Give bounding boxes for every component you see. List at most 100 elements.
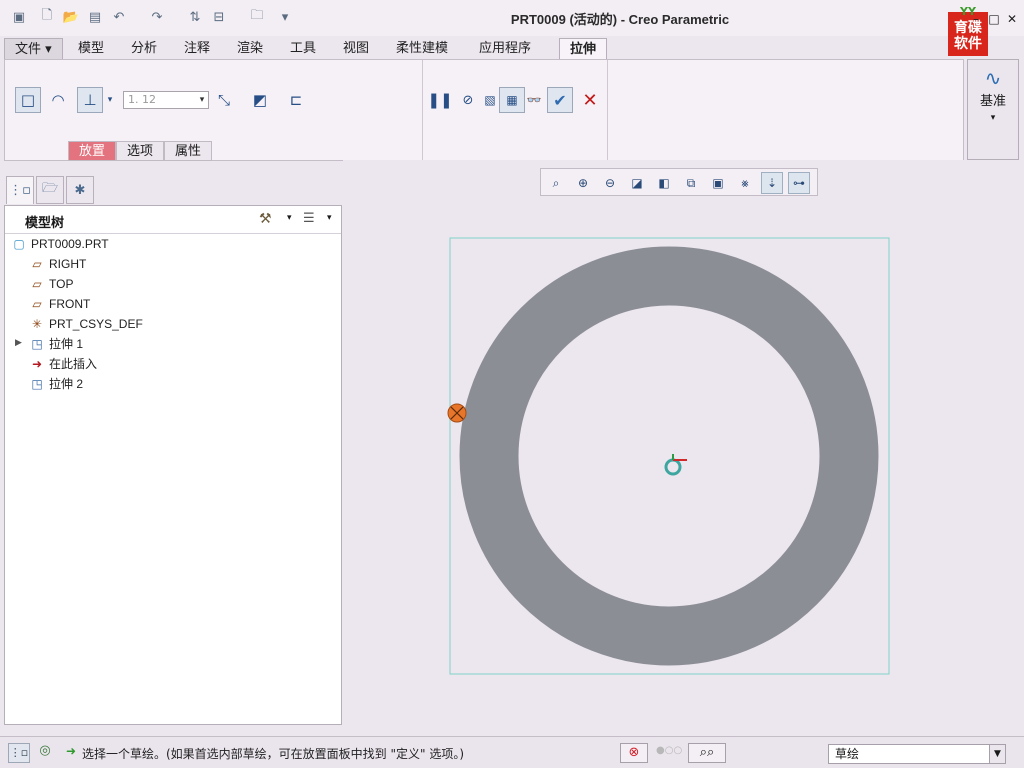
view-manager-icon[interactable]: ▣ xyxy=(707,172,729,194)
undo-icon[interactable]: ↶ xyxy=(110,8,128,26)
drag-handle xyxy=(447,403,467,423)
find-binoculars-icon[interactable]: ⌕⌕ xyxy=(688,743,726,763)
datum-group[interactable]: ∿ 基准 ▾ xyxy=(967,59,1019,160)
annotation-display-icon[interactable]: ⇣ xyxy=(761,172,783,194)
extruded-ring xyxy=(459,246,879,666)
extrude-dashboard: □ ◠ ⊥ ▾ 1. 12 ▾ ⤡ ◩ ⊏ 放置 选项 属性 ❚❚ ⊘ ▧ ▦ … xyxy=(4,59,964,161)
maximize-icon[interactable]: □ xyxy=(986,12,1002,28)
save-icon[interactable]: ▤ xyxy=(86,8,104,26)
tree-item-label: PRT0009.PRT xyxy=(31,237,109,251)
verify-glasses-icon[interactable]: 👓 xyxy=(521,87,547,113)
display-style-icon[interactable]: ◧ xyxy=(653,172,675,194)
folder-browser-tab-icon[interactable]: 🗁 xyxy=(36,176,64,204)
ok-checkmark-icon[interactable]: ✔ xyxy=(547,87,573,113)
tab-render[interactable]: 渲染 xyxy=(227,38,273,60)
tree-settings-icon[interactable]: ⚒ xyxy=(259,211,272,227)
datum-plane-icon: ▱ xyxy=(32,257,42,271)
extrude-feature-icon: ◳ xyxy=(31,337,43,351)
open-file-icon[interactable]: 📂 xyxy=(62,8,80,26)
browser-toggle-icon[interactable]: ◎ xyxy=(34,743,56,763)
flip-direction-icon[interactable]: ⤡ xyxy=(211,87,237,113)
stop-regeneration-icon[interactable]: ⊗ xyxy=(620,743,648,763)
model-tree-tab-icon[interactable]: ⋮▫ xyxy=(6,176,34,204)
subtab-options[interactable]: 选项 xyxy=(116,141,165,161)
tab-model[interactable]: 模型 xyxy=(68,38,114,60)
surface-extrude-icon[interactable]: ◠ xyxy=(45,87,71,113)
favorites-tab-icon[interactable]: ✱ xyxy=(66,176,94,204)
cancel-x-icon[interactable]: ✕ xyxy=(577,87,603,113)
spin-center-icon[interactable]: ⊶ xyxy=(788,172,810,194)
depth-options-dropdown[interactable]: ▾ xyxy=(103,87,117,113)
tree-item-insert-here[interactable]: ➜ 在此插入 xyxy=(29,354,97,374)
selection-filter-select[interactable]: 草绘 ▼ xyxy=(828,744,1006,764)
navigator-toggle-icon[interactable]: ⋮▫ xyxy=(8,743,30,763)
csys-marker xyxy=(664,458,682,476)
datum-icon: ∿ xyxy=(984,66,1002,90)
title-bar: ▣ 🗋 📂 ▤ ↶ ↷ ⇅ ⊟ 🗀 ▾ PRT0009 (活动的) - Creo… xyxy=(0,0,1024,56)
tab-tools[interactable]: 工具 xyxy=(280,38,326,60)
repaint-icon[interactable]: ◪ xyxy=(626,172,648,194)
tree-item-extrude-2[interactable]: ◳ 拉伸 2 xyxy=(29,374,83,394)
navigator-tabs: ⋮▫ 🗁 ✱ xyxy=(4,172,344,206)
model-tree-title: 模型树 xyxy=(25,216,65,231)
customize-toolbar-icon[interactable]: ▾ xyxy=(276,8,294,26)
subtab-properties[interactable]: 属性 xyxy=(164,141,213,161)
coordinate-system-icon: ✳ xyxy=(31,317,43,331)
tree-item-label: RIGHT xyxy=(49,257,87,271)
graphics-toolbar: ⌕ ⊕ ⊖ ◪ ◧ ⧉ ▣ ⨳ ⇣ ⊶ xyxy=(540,168,818,196)
minimize-icon[interactable]: – xyxy=(968,12,984,28)
drag-handle-mark xyxy=(450,406,464,420)
expand-arrow-icon[interactable]: ▶ xyxy=(15,338,22,348)
solid-extrude-icon[interactable]: □ xyxy=(15,87,41,113)
tree-item-right-plane[interactable]: ▱ RIGHT xyxy=(29,254,86,274)
tree-item-part[interactable]: ▢ PRT0009.PRT xyxy=(11,234,109,254)
tab-view[interactable]: 视图 xyxy=(333,38,379,60)
redo-icon[interactable]: ↷ xyxy=(148,8,166,26)
tab-file[interactable]: 文件 ▾ xyxy=(4,38,63,60)
tree-item-csys[interactable]: ✳ PRT_CSYS_DEF xyxy=(29,314,143,334)
app-icon[interactable]: ▣ xyxy=(10,8,28,26)
tab-applications[interactable]: 应用程序 xyxy=(469,38,541,60)
saved-orientations-icon[interactable]: ⧉ xyxy=(680,172,702,194)
refit-icon[interactable]: ⌕ xyxy=(545,172,567,194)
ribbon-separator xyxy=(607,60,608,160)
model-canvas xyxy=(447,237,890,675)
show-options-dropdown-icon[interactable]: ▾ xyxy=(327,213,332,223)
zoom-out-icon[interactable]: ⊖ xyxy=(599,172,621,194)
tree-item-label: PRT_CSYS_DEF xyxy=(49,317,143,331)
datum-display-icon[interactable]: ⨳ xyxy=(734,172,756,194)
tab-flexible-modeling[interactable]: 柔性建模 xyxy=(386,38,458,60)
tree-item-label: 拉伸 1 xyxy=(49,337,84,351)
insert-arrow-icon: ➜ xyxy=(31,357,43,371)
windows-icon[interactable]: ⊟ xyxy=(210,8,228,26)
remove-material-icon[interactable]: ◩ xyxy=(247,87,273,113)
depth-value-dropdown[interactable]: ▾ xyxy=(195,91,209,109)
datum-label: 基准 xyxy=(979,94,1006,109)
new-file-icon[interactable]: 🗋 xyxy=(38,8,56,26)
status-bar: ⋮▫ ◎ ➜ 选择一个草绘。(如果首选内部草绘，可在放置面板中找到 "定义" 选… xyxy=(0,736,1024,768)
pause-icon[interactable]: ❚❚ xyxy=(427,87,453,113)
show-options-icon[interactable]: ☰ xyxy=(303,211,315,226)
close-icon[interactable]: ✕ xyxy=(1004,12,1020,28)
tree-settings-dropdown-icon[interactable]: ▾ xyxy=(287,213,292,223)
ribbon-tabs: 文件 ▾ 模型 分析 注释 渲染 工具 视图 柔性建模 应用程序 拉伸 xyxy=(0,36,1024,62)
tree-item-label: 拉伸 2 xyxy=(49,377,84,391)
selection-filter-value: 草绘 xyxy=(835,747,860,761)
regenerate-icon[interactable]: ⇅ xyxy=(186,8,204,26)
tree-item-front-plane[interactable]: ▱ FRONT xyxy=(29,294,90,314)
message-arrow-icon: ➜ xyxy=(66,744,77,758)
extrude-feature-new-icon: ◳ xyxy=(31,377,43,391)
close-window-icon[interactable]: 🗀 xyxy=(248,8,266,26)
tab-analysis[interactable]: 分析 xyxy=(121,38,167,60)
tree-item-top-plane[interactable]: ▱ TOP xyxy=(29,274,73,294)
tree-item-label: FRONT xyxy=(49,297,91,311)
zoom-in-icon[interactable]: ⊕ xyxy=(572,172,594,194)
datum-plane-icon: ▱ xyxy=(32,277,42,291)
tab-annotate[interactable]: 注释 xyxy=(174,38,220,60)
graphics-window[interactable]: ⌕ ⊕ ⊖ ◪ ◧ ⧉ ▣ ⨳ ⇣ ⊶ xyxy=(343,160,1024,736)
ribbon-separator xyxy=(422,60,423,160)
depth-blind-icon[interactable]: ⊥ xyxy=(77,87,103,113)
subtab-placement[interactable]: 放置 xyxy=(68,141,117,161)
thicken-sketch-icon[interactable]: ⊏ xyxy=(283,87,309,113)
tree-item-extrude-1[interactable]: ◳ 拉伸 1 xyxy=(29,334,83,354)
